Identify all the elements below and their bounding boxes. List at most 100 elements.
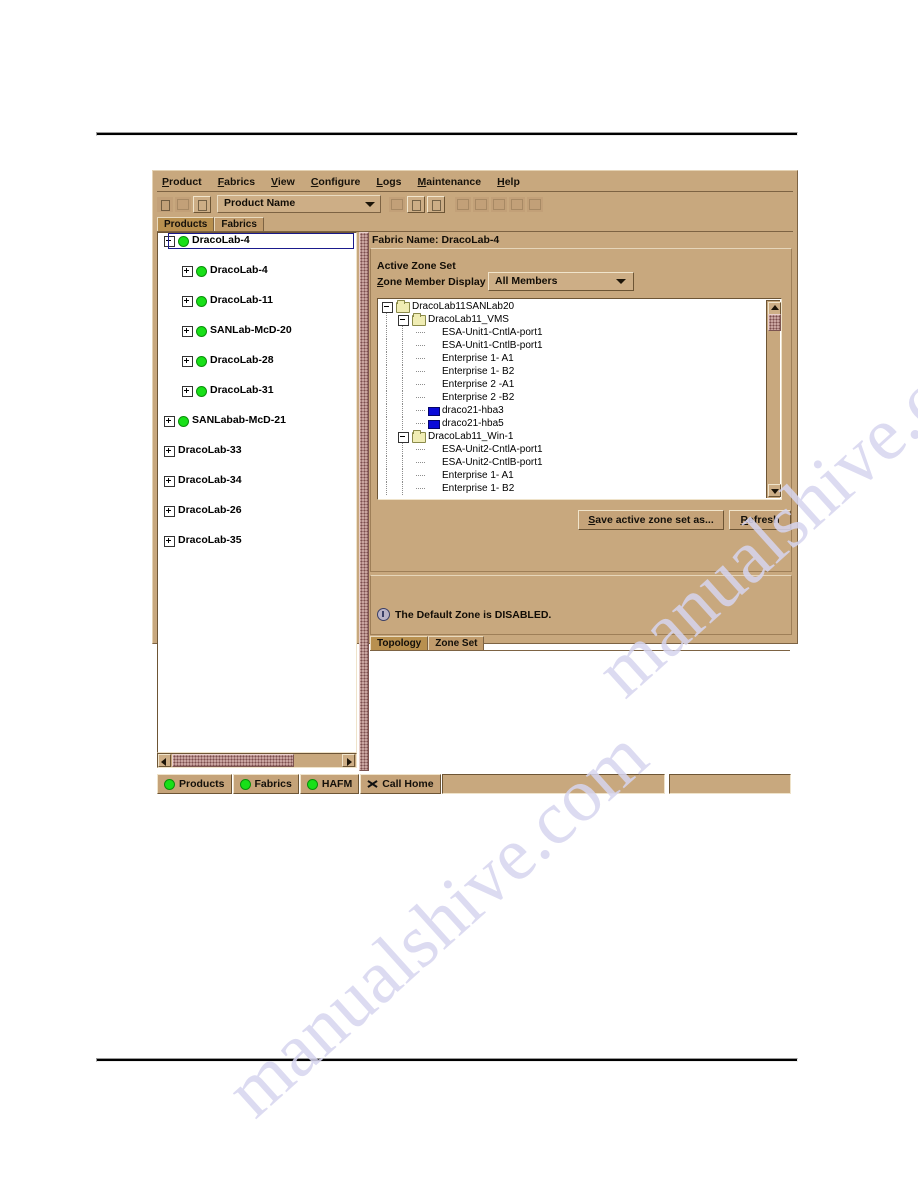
product-tree-node[interactable]: DracoLab-34 [158, 473, 356, 488]
zone-tree-node[interactable]: Enterprise 2 -B2 [378, 391, 764, 404]
tree-guide-line [402, 365, 403, 378]
product-tree-node-label: DracoLab-28 [210, 354, 274, 366]
open-product-icon[interactable] [193, 195, 211, 213]
expand-icon[interactable] [182, 326, 193, 337]
zone-tree-node[interactable]: Enterprise 1- B2 [378, 365, 764, 378]
tree-guide-line [416, 345, 426, 346]
tree-guide-line [416, 371, 426, 372]
open-folder-icon[interactable] [175, 196, 191, 212]
zone-tree-node[interactable]: ESA-Unit2-CntlA-port1 [378, 443, 764, 456]
tree-guide-line [402, 391, 403, 404]
zoom-in-icon[interactable] [491, 196, 507, 212]
scroll-left-arrow-icon[interactable] [158, 754, 171, 767]
hscroll-thumb[interactable] [172, 754, 294, 767]
panel-splitter[interactable] [359, 232, 369, 771]
statusbar-fabrics[interactable]: Fabrics [232, 774, 299, 794]
tree-guide-line [386, 417, 387, 430]
zone-tree-node[interactable]: DracoLab11_VMS [378, 313, 764, 326]
product-tree-node[interactable]: DracoLab-4 [158, 263, 356, 278]
zoom-out-icon[interactable] [509, 196, 525, 212]
fabric-icon[interactable] [407, 195, 425, 213]
product-tree-node[interactable]: SANLabab-McD-21 [158, 413, 356, 428]
zone-tree-node-label: Enterprise 2 -B2 [442, 392, 515, 403]
expand-icon[interactable] [182, 386, 193, 397]
expand-icon[interactable] [164, 446, 175, 457]
zone-tree-node[interactable]: DracoLab11_Win-1 [378, 430, 764, 443]
zone-member-tree[interactable]: DracoLab11SANLab20 DracoLab11_VMS ESA-Unit… [378, 300, 764, 495]
menu-item-maintenance[interactable]: Maintenance [411, 175, 489, 189]
scroll-right-arrow-icon[interactable] [342, 754, 355, 767]
hba-icon [428, 420, 440, 429]
zoom-icon[interactable] [473, 196, 489, 212]
status-green-icon [196, 356, 207, 367]
tree-guide-line [416, 449, 426, 450]
menu-bar: Product Fabrics View Configure Logs Main… [155, 173, 795, 191]
refresh-button[interactable]: Refresh [729, 510, 791, 530]
product-name-combo[interactable]: Product Name [217, 195, 381, 213]
scroll-down-arrow-icon[interactable] [768, 484, 781, 497]
zone-tree-node[interactable]: Enterprise 1- B2 [378, 482, 764, 495]
tree-guide-line [416, 462, 426, 463]
expand-icon[interactable] [164, 476, 175, 487]
zone-tree-node[interactable]: Enterprise 1- A1 [378, 469, 764, 482]
collapse-icon[interactable] [398, 315, 409, 326]
product-tree-node[interactable]: DracoLab-31 [158, 383, 356, 398]
new-product-icon[interactable] [157, 196, 173, 212]
product-tree-node-label: SANLab-McD-20 [210, 324, 292, 336]
status-green-icon [196, 326, 207, 337]
zone-tree-node[interactable]: ESA-Unit2-CntlB-port1 [378, 456, 764, 469]
zone-tree-node[interactable]: ESA-Unit1-CntlA-port1 [378, 326, 764, 339]
statusbar-hafm[interactable]: HAFM [299, 774, 360, 794]
zone-tree-node[interactable]: Enterprise 2 -A1 [378, 378, 764, 391]
menu-item-fabrics[interactable]: Fabrics [211, 175, 262, 189]
expand-icon[interactable] [182, 296, 193, 307]
product-tree-node[interactable]: DracoLab-28 [158, 353, 356, 368]
application-window: Product Fabrics View Configure Logs Main… [152, 170, 798, 794]
statusbar-products[interactable]: Products [157, 774, 232, 794]
menu-item-product[interactable]: Product [155, 175, 209, 189]
save-icon[interactable] [389, 196, 405, 212]
expand-icon[interactable] [164, 506, 175, 517]
collapse-icon[interactable] [398, 432, 409, 443]
tab-fabrics[interactable]: Fabrics [214, 217, 264, 232]
tab-products[interactable]: Products [157, 217, 215, 232]
zone-member-display-combo[interactable]: All Members [488, 272, 634, 291]
zone-tree-node[interactable]: ESA-Unit1-CntlB-port1 [378, 339, 764, 352]
book-icon[interactable] [427, 195, 445, 213]
fabric-detail-panel: Fabric Name: DracoLab-4 Active Zone Set … [369, 232, 793, 769]
product-tree-node[interactable]: SANLab-McD-20 [158, 323, 356, 338]
zone-tree-node[interactable]: draco21-hba3 [378, 404, 764, 417]
zone-tree-node-label: draco21-hba3 [442, 405, 504, 416]
zone-tree-node[interactable]: draco21-hba5 [378, 417, 764, 430]
product-tree-node[interactable]: DracoLab-33 [158, 443, 356, 458]
tree-guide-line [386, 378, 387, 391]
zone-tree-node[interactable]: Enterprise 1- A1 [378, 352, 764, 365]
expand-icon[interactable] [182, 356, 193, 367]
product-tree-hscrollbar[interactable] [157, 753, 357, 768]
menu-item-help[interactable]: Help [490, 175, 527, 189]
collapse-icon[interactable] [382, 302, 393, 313]
menu-item-configure[interactable]: Configure [304, 175, 368, 189]
expand-icon[interactable] [164, 416, 175, 427]
tab-topology[interactable]: Topology [370, 636, 429, 651]
topology-icon[interactable] [455, 196, 471, 212]
zone-tree-node-label: ESA-Unit2-CntlA-port1 [442, 444, 543, 455]
menu-item-logs[interactable]: Logs [369, 175, 408, 189]
expand-icon[interactable] [164, 536, 175, 547]
tree-guide-line [416, 332, 426, 333]
vscroll-thumb[interactable] [768, 314, 781, 331]
product-tree[interactable]: DracoLab-4 DracoLab-4 DracoLab-11 SANLab-Mc… [157, 232, 357, 753]
fit-icon[interactable] [527, 196, 543, 212]
statusbar-hafm-label: HAFM [321, 778, 353, 790]
tab-zone-set[interactable]: Zone Set [428, 636, 485, 651]
tree-guide-line [416, 475, 426, 476]
zone-tree-node[interactable]: DracoLab11SANLab20 [378, 300, 764, 313]
product-tree-node[interactable]: DracoLab-26 [158, 503, 356, 518]
product-tree-node[interactable]: DracoLab-11 [158, 293, 356, 308]
zone-tree-vscrollbar[interactable] [766, 300, 781, 498]
product-tree-node[interactable]: DracoLab-35 [158, 533, 356, 548]
expand-icon[interactable] [182, 266, 193, 277]
menu-item-view[interactable]: View [264, 175, 302, 189]
statusbar-call-home[interactable]: Call Home [360, 774, 441, 794]
save-active-zone-set-button[interactable]: Save active zone set as... [578, 510, 724, 530]
